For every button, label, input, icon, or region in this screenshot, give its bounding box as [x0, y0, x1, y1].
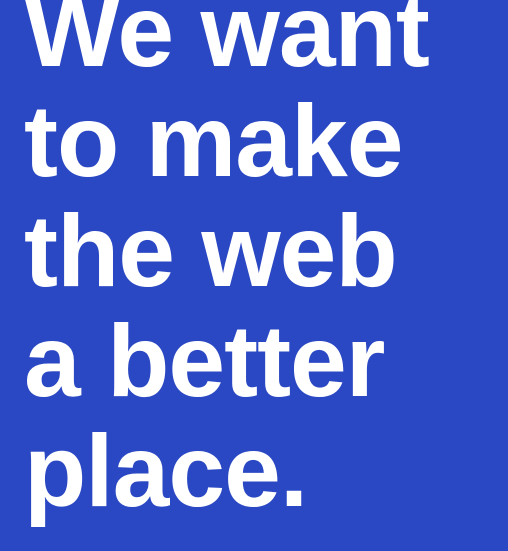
headline-line-4: a better: [24, 304, 385, 418]
headline-line-1: We want: [24, 0, 430, 88]
headline-line-3: the web: [24, 194, 398, 308]
headline-line-2: to make: [24, 84, 404, 198]
blue-poster: We want to make the web a better place.: [0, 0, 508, 551]
headline: We want to make the web a better place.: [24, 0, 504, 526]
headline-line-5: place.: [24, 414, 308, 528]
